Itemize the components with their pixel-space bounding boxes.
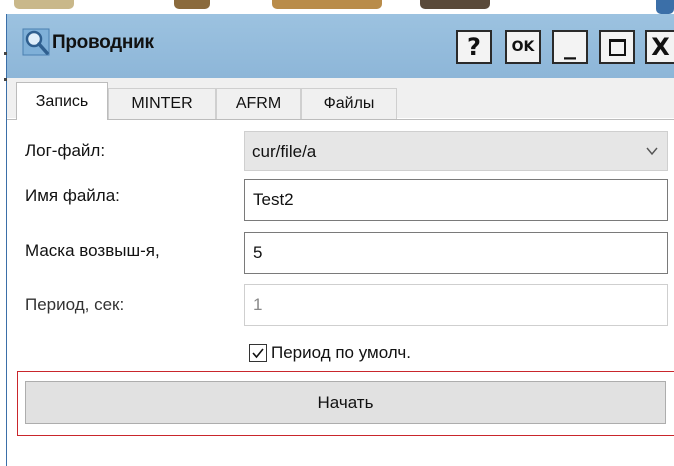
default-period-checkbox[interactable] xyxy=(249,344,267,362)
log-file-value: cur/file/a xyxy=(252,142,317,161)
close-button[interactable]: X xyxy=(645,30,674,64)
default-period-label: Период по умолч. xyxy=(271,343,411,362)
desktop-fragment xyxy=(272,0,382,9)
desktop-background-strip xyxy=(0,0,674,14)
log-file-label: Лог-файл: xyxy=(25,141,106,160)
start-button[interactable]: Начать xyxy=(25,381,666,424)
mask-field[interactable] xyxy=(244,232,668,274)
default-period-checkbox-row[interactable]: Период по умолч. xyxy=(249,343,411,363)
tab-zapis[interactable]: Запись xyxy=(16,82,108,120)
chevron-down-icon xyxy=(646,147,658,156)
maximize-button[interactable] xyxy=(599,30,635,64)
tab-afrm[interactable]: AFRM xyxy=(216,88,301,119)
file-name-label: Имя файла: xyxy=(25,186,120,205)
magnifier-app-icon xyxy=(22,28,50,56)
period-label: Период, сек: xyxy=(25,295,125,314)
file-name-input[interactable] xyxy=(245,180,667,220)
checkmark-icon xyxy=(252,348,264,359)
ok-button[interactable]: OK xyxy=(505,30,541,64)
mask-label: Маска возвыш-я, xyxy=(25,241,160,260)
mask-input[interactable] xyxy=(245,233,667,273)
tab-minter[interactable]: MINTER xyxy=(108,88,216,119)
period-input xyxy=(245,285,667,325)
desktop-fragment xyxy=(656,0,674,14)
minimize-button[interactable]: _ xyxy=(552,30,588,64)
period-field xyxy=(244,284,668,326)
tab-files[interactable]: Файлы xyxy=(301,88,397,119)
file-name-field[interactable] xyxy=(244,179,668,221)
desktop-fragment xyxy=(174,0,210,9)
window-title: Проводник xyxy=(52,32,154,53)
maximize-icon xyxy=(608,38,626,56)
desktop-fragment xyxy=(420,0,490,9)
log-file-select[interactable]: cur/file/a xyxy=(244,131,668,171)
desktop-fragment xyxy=(14,0,74,9)
help-button[interactable]: ? xyxy=(456,30,492,64)
